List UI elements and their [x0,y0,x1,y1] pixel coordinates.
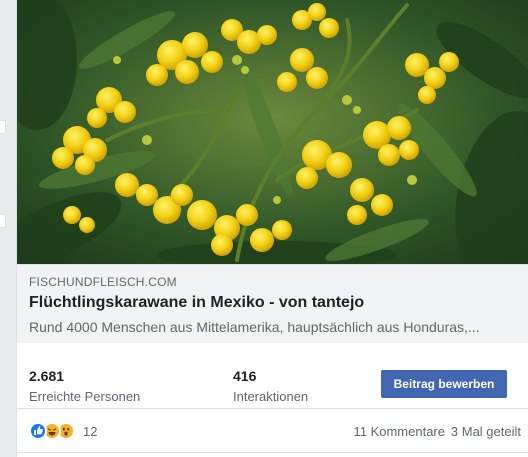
reach-stat: 2.681 Erreichte Personen [29,367,140,405]
link-description: Rund 4000 Menschen aus Mittelamerika, ha… [29,319,480,335]
reaction-count[interactable]: 12 [83,424,97,439]
like-icon [29,422,47,440]
engagement-value: 416 [233,368,257,384]
post-card: FISCHUNDFLEISCH.COM Flüchtlingskarawane … [16,0,528,457]
link-title[interactable]: Flüchtlingskarawane in Mexiko - von tant… [29,293,517,313]
shares-count-link[interactable]: 3 Mal geteilt [451,424,521,439]
post-insights: 2.681 Erreichte Personen 416 Interaktion… [17,357,528,409]
link-domain: FISCHUNDFLEISCH.COM [29,275,177,289]
link-preview-meta[interactable]: FISCHUNDFLEISCH.COM Flüchtlingskarawane … [17,264,528,343]
engagement-stat: 416 Interaktionen [233,367,308,405]
reactions-bar: 12 11 Kommentare 3 Mal geteilt [17,420,528,444]
side-tab [0,214,6,228]
engagement-label: Interaktionen [233,389,309,404]
reach-label: Erreichte Personen [29,389,141,404]
comments-count-link[interactable]: 11 Kommentare [353,424,445,439]
link-preview-image[interactable] [17,0,528,264]
flower-photo [17,0,528,264]
side-tab [0,120,6,134]
reaction-icons[interactable] [29,422,75,442]
reach-value: 2.681 [29,368,65,384]
boost-post-button[interactable]: Beitrag bewerben [381,370,507,398]
divider [17,452,528,453]
page-left-edge [0,0,6,457]
link-preview[interactable]: FISCHUNDFLEISCH.COM Flüchtlingskarawane … [17,0,528,343]
